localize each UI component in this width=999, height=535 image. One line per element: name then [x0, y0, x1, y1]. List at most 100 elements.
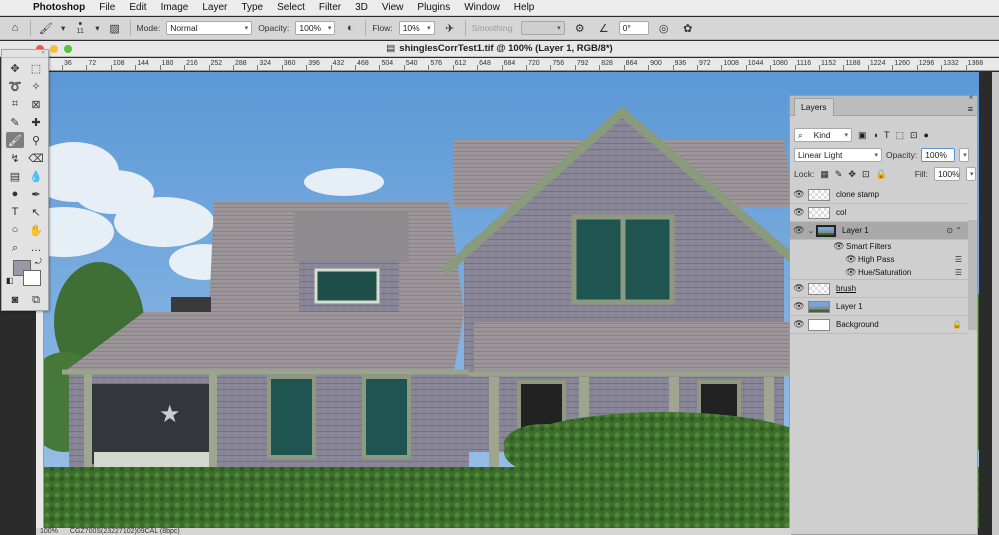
fill-slider-toggle[interactable]: ▾	[965, 167, 976, 181]
default-colors-icon[interactable]: ◧	[6, 276, 14, 285]
filter-blending-options-icon[interactable]: ☰	[955, 268, 962, 277]
brush-tool-preset-icon[interactable]: 🖌	[37, 20, 55, 37]
hand-tool-icon[interactable]: ✋	[27, 222, 45, 238]
smoothing-field[interactable]: ▾	[520, 21, 565, 35]
panel-grip[interactable]: «	[2, 50, 48, 58]
swap-colors-icon[interactable]: ⤾	[35, 257, 42, 267]
collapse-panel-icon[interactable]: «	[969, 94, 973, 101]
lock-pixels-icon[interactable]: ✎	[835, 169, 843, 180]
horizontal-ruler[interactable]: 36 72 108 144 180 216 252 288 324 360 396 432 468 504…	[44, 58, 999, 71]
ellipse-tool-icon[interactable]: ○	[6, 222, 24, 238]
magic-wand-tool-icon[interactable]: ✧	[27, 78, 45, 94]
move-tool-icon[interactable]: ✥	[6, 60, 24, 76]
eye-icon[interactable]: 👁	[790, 301, 808, 312]
gear-icon[interactable]: ⚙	[571, 20, 589, 37]
menu-window[interactable]: Window	[457, 2, 507, 13]
pen-tool-icon[interactable]: ✒	[27, 186, 45, 202]
airbrush-icon[interactable]: ✈	[441, 20, 459, 37]
opacity-slider-toggle[interactable]: ▾	[959, 148, 970, 162]
eye-icon[interactable]: 👁	[790, 189, 808, 200]
adjustment-filter-icon[interactable]: ◑	[873, 130, 878, 140]
mode-select[interactable]: Normal ▾	[166, 21, 253, 35]
filter-row-high-pass[interactable]: 👁 High Pass ☰	[790, 253, 968, 266]
eye-icon[interactable]: 👁	[832, 241, 846, 252]
canvas-vertical-scrollbar[interactable]	[992, 72, 999, 535]
layers-scrollbar[interactable]	[968, 220, 977, 330]
menu-layer[interactable]: Layer	[195, 2, 234, 13]
menu-photoshop[interactable]: Photoshop	[26, 2, 92, 13]
layer-opacity-field[interactable]: 100%	[921, 148, 956, 162]
background-color-swatch[interactable]	[23, 270, 41, 286]
pressure-opacity-icon[interactable]: ◐	[341, 20, 359, 37]
chevron-down-icon[interactable]: ▾	[95, 23, 99, 34]
layer-row-background[interactable]: 👁 Background 🔒	[790, 316, 968, 334]
eraser-tool-icon[interactable]: ⌫	[27, 150, 45, 166]
type-tool-icon[interactable]: T	[6, 204, 24, 220]
expand-chevron-icon[interactable]: ⌄	[808, 227, 816, 235]
minimize-window-button[interactable]	[50, 45, 58, 53]
menu-3d[interactable]: 3D	[348, 2, 375, 13]
layer-row-clone-stamp[interactable]: 👁 clone stamp	[790, 186, 968, 204]
pressure-size-icon[interactable]: ◎	[655, 20, 673, 37]
home-icon[interactable]: ⌂	[6, 20, 24, 37]
opacity-field[interactable]: 100% ▾	[295, 21, 336, 35]
lock-all-icon[interactable]: 🔒	[875, 169, 886, 180]
filter-row-hue-saturation[interactable]: 👁 Hue/Saturation ☰	[790, 266, 968, 280]
lock-transparent-icon[interactable]: ▦	[820, 169, 829, 180]
brush-tool-icon[interactable]: 🖌	[6, 132, 24, 148]
menu-image[interactable]: Image	[154, 2, 196, 13]
pixel-filter-icon[interactable]: ▣	[858, 130, 867, 141]
blend-mode-select[interactable]: Linear Light ▾	[794, 148, 882, 162]
menu-view[interactable]: View	[375, 2, 411, 13]
layer-row-layer-1[interactable]: 👁 Layer 1	[790, 298, 968, 316]
marquee-tool-icon[interactable]: ⬚	[27, 60, 45, 76]
menu-plugins[interactable]: Plugins	[410, 2, 457, 13]
brush-size-picker[interactable]: • 11	[71, 19, 89, 37]
brush-settings-icon[interactable]: ▨	[106, 20, 124, 37]
crop-tool-icon[interactable]: ⌗	[6, 96, 24, 112]
menu-file[interactable]: File	[92, 2, 122, 13]
smart-object-filter-icon[interactable]: ⊡	[910, 130, 918, 141]
menu-filter[interactable]: Filter	[312, 2, 348, 13]
frame-tool-icon[interactable]: ⊠	[27, 96, 45, 112]
smart-filters-row[interactable]: 👁 Smart Filters	[790, 240, 968, 253]
menu-edit[interactable]: Edit	[122, 2, 153, 13]
blur-tool-icon[interactable]: 💧	[27, 168, 45, 184]
dodge-tool-icon[interactable]: ●	[6, 186, 24, 202]
eye-icon[interactable]: 👁	[790, 283, 808, 294]
clone-stamp-tool-icon[interactable]: ⚲	[27, 132, 45, 148]
gradient-tool-icon[interactable]: ▤	[6, 168, 24, 184]
lock-artboard-icon[interactable]: ⊡	[862, 169, 870, 180]
lasso-tool-icon[interactable]: ➰	[6, 78, 24, 94]
angle-field[interactable]: 0°	[618, 21, 649, 35]
zoom-level[interactable]: 100%	[40, 528, 58, 535]
eye-icon[interactable]: 👁	[790, 207, 808, 218]
layer-row-col[interactable]: 👁 col	[790, 204, 968, 222]
layer-row-brush[interactable]: 👁 brush	[790, 280, 968, 298]
screen-mode-icon[interactable]: ⧉	[27, 292, 45, 308]
symmetry-icon[interactable]: ✿	[679, 20, 697, 37]
healing-brush-tool-icon[interactable]: ✚	[27, 114, 45, 130]
menu-help[interactable]: Help	[507, 2, 542, 13]
history-brush-tool-icon[interactable]: ↯	[6, 150, 24, 166]
filter-kind-select[interactable]: ⌕ Kind ▾	[794, 128, 852, 142]
eye-icon[interactable]: 👁	[790, 319, 808, 330]
zoom-window-button[interactable]	[64, 45, 72, 53]
eyedropper-tool-icon[interactable]: ✎	[6, 114, 24, 130]
menu-select[interactable]: Select	[270, 2, 312, 13]
lock-position-icon[interactable]: ✥	[848, 169, 856, 180]
eye-icon[interactable]: 👁	[844, 254, 858, 265]
flow-field[interactable]: 10% ▾	[398, 21, 435, 35]
layer-row-layer-1-smart[interactable]: 👁 ⌄ Layer 1 ⊙ ⌃	[790, 222, 968, 240]
filter-toggle-icon[interactable]: ●	[924, 130, 929, 140]
zoom-tool-icon[interactable]: ⌕	[6, 240, 24, 256]
tab-layers[interactable]: Layers	[794, 98, 834, 116]
more-tools-icon[interactable]: …	[27, 240, 45, 256]
eye-icon[interactable]: 👁	[844, 267, 858, 278]
path-selection-tool-icon[interactable]: ↖	[27, 204, 45, 220]
eye-icon[interactable]: 👁	[790, 225, 808, 236]
panel-menu-icon[interactable]: ≡	[968, 104, 973, 114]
type-filter-icon[interactable]: T	[884, 130, 890, 140]
quick-mask-icon[interactable]: ◙	[6, 292, 24, 308]
chevron-down-icon[interactable]: ▾	[61, 23, 65, 34]
